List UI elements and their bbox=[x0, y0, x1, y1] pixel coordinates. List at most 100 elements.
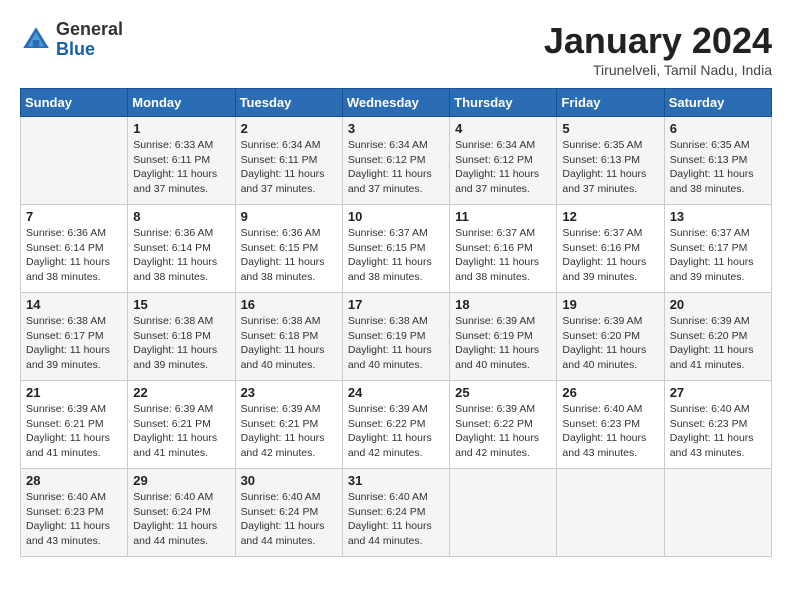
day-number: 16 bbox=[241, 297, 337, 312]
day-info: Sunrise: 6:37 AMSunset: 6:16 PMDaylight:… bbox=[455, 226, 551, 285]
day-info: Sunrise: 6:34 AMSunset: 6:12 PMDaylight:… bbox=[455, 138, 551, 197]
day-number: 21 bbox=[26, 385, 122, 400]
day-info: Sunrise: 6:38 AMSunset: 6:17 PMDaylight:… bbox=[26, 314, 122, 373]
day-info: Sunrise: 6:40 AMSunset: 6:24 PMDaylight:… bbox=[133, 490, 229, 549]
calendar-day-header: Wednesday bbox=[342, 89, 449, 117]
calendar-cell bbox=[21, 117, 128, 205]
day-info: Sunrise: 6:38 AMSunset: 6:19 PMDaylight:… bbox=[348, 314, 444, 373]
day-info: Sunrise: 6:34 AMSunset: 6:12 PMDaylight:… bbox=[348, 138, 444, 197]
day-number: 7 bbox=[26, 209, 122, 224]
day-number: 11 bbox=[455, 209, 551, 224]
calendar-cell: 27 Sunrise: 6:40 AMSunset: 6:23 PMDayligh… bbox=[664, 381, 771, 469]
day-number: 17 bbox=[348, 297, 444, 312]
calendar-cell: 28 Sunrise: 6:40 AMSunset: 6:23 PMDayligh… bbox=[21, 469, 128, 557]
calendar-cell: 4 Sunrise: 6:34 AMSunset: 6:12 PMDaylight… bbox=[450, 117, 557, 205]
calendar-cell: 21Sunrise: 6:39 AMSunset: 6:21 PMDayligh… bbox=[21, 381, 128, 469]
calendar-cell: 15 Sunrise: 6:38 AMSunset: 6:18 PMDayligh… bbox=[128, 293, 235, 381]
calendar-day-header: Friday bbox=[557, 89, 664, 117]
day-info: Sunrise: 6:38 AMSunset: 6:18 PMDaylight:… bbox=[241, 314, 337, 373]
calendar-cell: 7Sunrise: 6:36 AMSunset: 6:14 PMDaylight… bbox=[21, 205, 128, 293]
calendar-day-header: Thursday bbox=[450, 89, 557, 117]
calendar-table: SundayMondayTuesdayWednesdayThursdayFrid… bbox=[20, 88, 772, 557]
calendar-cell: 20Sunrise: 6:39 AMSunset: 6:20 PMDayligh… bbox=[664, 293, 771, 381]
calendar-cell: 8Sunrise: 6:36 AMSunset: 6:14 PMDaylight… bbox=[128, 205, 235, 293]
calendar-cell: 11 Sunrise: 6:37 AMSunset: 6:16 PMDayligh… bbox=[450, 205, 557, 293]
day-info: Sunrise: 6:40 AMSunset: 6:23 PMDaylight:… bbox=[562, 402, 658, 461]
day-number: 15 bbox=[133, 297, 229, 312]
calendar-cell: 5 Sunrise: 6:35 AMSunset: 6:13 PMDaylight… bbox=[557, 117, 664, 205]
location: Tirunelveli, Tamil Nadu, India bbox=[544, 62, 772, 78]
day-number: 31 bbox=[348, 473, 444, 488]
calendar-cell: 26Sunrise: 6:40 AMSunset: 6:23 PMDayligh… bbox=[557, 381, 664, 469]
calendar-cell: 6 Sunrise: 6:35 AMSunset: 6:13 PMDaylight… bbox=[664, 117, 771, 205]
day-number: 19 bbox=[562, 297, 658, 312]
day-info: Sunrise: 6:36 AMSunset: 6:14 PMDaylight:… bbox=[133, 226, 229, 285]
day-info: Sunrise: 6:33 AMSunset: 6:11 PMDaylight:… bbox=[133, 138, 229, 197]
calendar-week-row: 1 Sunrise: 6:33 AMSunset: 6:11 PMDaylight… bbox=[21, 117, 772, 205]
calendar-cell: 1 Sunrise: 6:33 AMSunset: 6:11 PMDaylight… bbox=[128, 117, 235, 205]
day-number: 2 bbox=[241, 121, 337, 136]
day-info: Sunrise: 6:34 AMSunset: 6:11 PMDaylight:… bbox=[241, 138, 337, 197]
logo: General Blue bbox=[20, 20, 123, 60]
month-title: January 2024 bbox=[544, 20, 772, 62]
calendar-week-row: 21 Sunrise: 6:39 AMSunset: 6:21 PMDayligh… bbox=[21, 381, 772, 469]
day-info: Sunrise: 6:39 AMSunset: 6:21 PMDaylight:… bbox=[241, 402, 337, 461]
day-number: 6 bbox=[670, 121, 766, 136]
day-info: Sunrise: 6:37 AMSunset: 6:15 PMDaylight:… bbox=[348, 226, 444, 285]
calendar-cell: 29 Sunrise: 6:40 AMSunset: 6:24 PMDayligh… bbox=[128, 469, 235, 557]
day-number: 3 bbox=[348, 121, 444, 136]
title-area: January 2024 Tirunelveli, Tamil Nadu, In… bbox=[544, 20, 772, 78]
calendar-cell bbox=[664, 469, 771, 557]
day-info: Sunrise: 6:39 AMSunset: 6:20 PMDaylight:… bbox=[562, 314, 658, 373]
day-number: 1 bbox=[133, 121, 229, 136]
day-number: 12 bbox=[562, 209, 658, 224]
day-number: 27 bbox=[670, 385, 766, 400]
day-info: Sunrise: 6:40 AMSunset: 6:23 PMDaylight:… bbox=[26, 490, 122, 549]
day-info: Sunrise: 6:36 AMSunset: 6:15 PMDaylight:… bbox=[241, 226, 337, 285]
day-info: Sunrise: 6:39 AMSunset: 6:19 PMDaylight:… bbox=[455, 314, 551, 373]
calendar-cell bbox=[557, 469, 664, 557]
calendar-cell: 17 Sunrise: 6:38 AMSunset: 6:19 PMDayligh… bbox=[342, 293, 449, 381]
day-number: 18 bbox=[455, 297, 551, 312]
day-number: 4 bbox=[455, 121, 551, 136]
calendar-cell: 14 Sunrise: 6:38 AMSunset: 6:17 PMDayligh… bbox=[21, 293, 128, 381]
day-number: 14 bbox=[26, 297, 122, 312]
day-info: Sunrise: 6:40 AMSunset: 6:23 PMDaylight:… bbox=[670, 402, 766, 461]
page-header: General Blue January 2024 Tirunelveli, T… bbox=[20, 20, 772, 78]
calendar-day-header: Monday bbox=[128, 89, 235, 117]
day-info: Sunrise: 6:39 AMSunset: 6:22 PMDaylight:… bbox=[455, 402, 551, 461]
calendar-cell: 18 Sunrise: 6:39 AMSunset: 6:19 PMDayligh… bbox=[450, 293, 557, 381]
day-number: 22 bbox=[133, 385, 229, 400]
calendar-cell: 3 Sunrise: 6:34 AMSunset: 6:12 PMDaylight… bbox=[342, 117, 449, 205]
calendar-day-header: Tuesday bbox=[235, 89, 342, 117]
day-number: 23 bbox=[241, 385, 337, 400]
calendar-cell bbox=[450, 469, 557, 557]
day-number: 10 bbox=[348, 209, 444, 224]
day-number: 5 bbox=[562, 121, 658, 136]
day-number: 24 bbox=[348, 385, 444, 400]
calendar-cell: 23 Sunrise: 6:39 AMSunset: 6:21 PMDayligh… bbox=[235, 381, 342, 469]
calendar-cell: 16 Sunrise: 6:38 AMSunset: 6:18 PMDayligh… bbox=[235, 293, 342, 381]
logo-text: General Blue bbox=[56, 20, 123, 60]
calendar-day-header: Sunday bbox=[21, 89, 128, 117]
logo-general: General bbox=[56, 20, 123, 40]
day-info: Sunrise: 6:35 AMSunset: 6:13 PMDaylight:… bbox=[670, 138, 766, 197]
day-number: 9 bbox=[241, 209, 337, 224]
calendar-cell: 19 Sunrise: 6:39 AMSunset: 6:20 PMDayligh… bbox=[557, 293, 664, 381]
day-number: 13 bbox=[670, 209, 766, 224]
day-info: Sunrise: 6:37 AMSunset: 6:16 PMDaylight:… bbox=[562, 226, 658, 285]
calendar-cell: 13 Sunrise: 6:37 AMSunset: 6:17 PMDayligh… bbox=[664, 205, 771, 293]
day-number: 28 bbox=[26, 473, 122, 488]
calendar-cell: 30Sunrise: 6:40 AMSunset: 6:24 PMDayligh… bbox=[235, 469, 342, 557]
calendar-cell: 10 Sunrise: 6:37 AMSunset: 6:15 PMDayligh… bbox=[342, 205, 449, 293]
calendar-cell: 31Sunrise: 6:40 AMSunset: 6:24 PMDayligh… bbox=[342, 469, 449, 557]
day-info: Sunrise: 6:38 AMSunset: 6:18 PMDaylight:… bbox=[133, 314, 229, 373]
day-info: Sunrise: 6:35 AMSunset: 6:13 PMDaylight:… bbox=[562, 138, 658, 197]
logo-icon bbox=[20, 24, 52, 56]
day-info: Sunrise: 6:39 AMSunset: 6:22 PMDaylight:… bbox=[348, 402, 444, 461]
calendar-cell: 9 Sunrise: 6:36 AMSunset: 6:15 PMDaylight… bbox=[235, 205, 342, 293]
day-number: 29 bbox=[133, 473, 229, 488]
day-number: 20 bbox=[670, 297, 766, 312]
day-info: Sunrise: 6:37 AMSunset: 6:17 PMDaylight:… bbox=[670, 226, 766, 285]
day-number: 30 bbox=[241, 473, 337, 488]
